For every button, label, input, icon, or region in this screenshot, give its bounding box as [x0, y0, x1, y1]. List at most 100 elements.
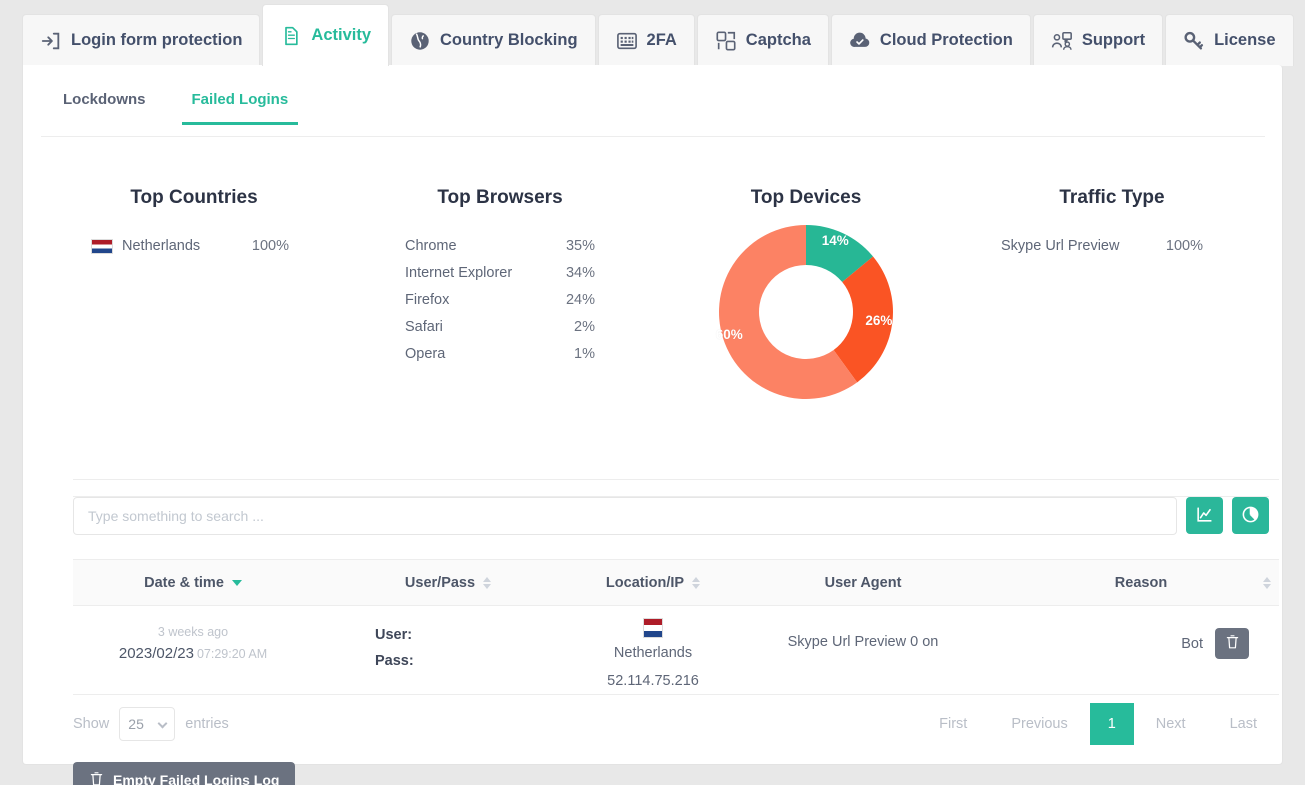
user-label: User: — [375, 627, 413, 643]
tab-label: Cloud Protection — [879, 31, 1013, 49]
list-item: Internet Explorer 34% — [405, 260, 595, 287]
pagination-next[interactable]: Next — [1134, 704, 1208, 744]
sort-indicator — [1263, 576, 1271, 589]
stat-title: Top Devices — [750, 187, 862, 208]
tab-2fa[interactable]: 2FA — [597, 14, 695, 66]
netherlands-flag-icon — [643, 618, 663, 638]
donut-label-1: 26% — [865, 312, 893, 328]
sort-indicator-active — [231, 579, 242, 586]
caret-down-icon — [231, 579, 242, 586]
search-input[interactable] — [73, 496, 1177, 535]
button-label: Empty Failed Logins Log — [113, 772, 280, 785]
toggle-line-chart-button[interactable] — [1186, 497, 1223, 534]
captcha-icon — [715, 30, 737, 52]
cell-location-ip: Netherlands 52.114.75.216 — [583, 618, 723, 694]
reason-value: Bot — [1181, 635, 1203, 652]
browser-list: Chrome 35% Internet Explorer 34% Firefox… — [347, 233, 653, 368]
pagination-first[interactable]: First — [917, 704, 989, 744]
line-chart-icon — [1195, 505, 1214, 527]
column-label: Reason — [1114, 574, 1168, 591]
caret-down-icon — [483, 583, 492, 589]
netherlands-flag-icon — [91, 239, 113, 254]
empty-failed-logins-log-button[interactable]: Empty Failed Logins Log — [73, 762, 296, 785]
traffic-percent: 100% — [1165, 238, 1203, 254]
tab-label: Login form protection — [71, 31, 243, 49]
list-item: Skype Url Preview 100% — [1001, 233, 1203, 260]
stat-title: Top Countries — [130, 187, 258, 208]
date-value: 2023/02/23 — [118, 645, 194, 662]
tab-license[interactable]: License — [1165, 14, 1294, 66]
column-label: User/Pass — [404, 574, 476, 591]
subtab-lockdowns[interactable]: Lockdowns — [53, 83, 156, 125]
stat-top-devices: Top Devices 14% 26% 60% — [653, 157, 959, 477]
stat-traffic-type: Traffic Type Skype Url Preview 100% — [959, 157, 1265, 477]
country-list: Netherlands 100% — [41, 233, 347, 260]
tab-cloud-protection[interactable]: Cloud Protection — [830, 14, 1031, 66]
tab-captcha[interactable]: Captcha — [696, 14, 829, 66]
stat-title: Top Browsers — [437, 187, 563, 208]
keypad-icon — [616, 30, 638, 52]
devices-donut-chart: 14% 26% 60% — [653, 223, 959, 401]
browser-name: Safari — [405, 319, 443, 335]
time-value: 07:29:20 AM — [196, 647, 268, 661]
pagination: First Previous 1 Next Last — [917, 703, 1279, 745]
pagination-previous[interactable]: Previous — [989, 704, 1089, 744]
column-header-reason[interactable]: Reason — [1003, 560, 1279, 605]
toggle-pie-chart-button[interactable] — [1232, 497, 1269, 534]
column-label: User Agent — [824, 574, 902, 591]
cloud-check-icon — [849, 30, 871, 52]
list-item: Netherlands 100% — [91, 233, 289, 260]
tab-country-blocking[interactable]: Country Blocking — [391, 14, 596, 66]
table-footer: Show 25 entries First Previous 1 Next La… — [73, 701, 1279, 747]
failed-logins-table: Date & time User/Pass Location/IP User A… — [73, 559, 1279, 695]
cell-reason: Bot — [1003, 618, 1279, 659]
column-header-user-pass[interactable]: User/Pass — [313, 560, 583, 605]
donut-label-2: 60% — [715, 326, 743, 342]
table-row: 3 weeks ago 2023/02/23 07:29:20 AM User: … — [73, 606, 1279, 695]
stat-top-browsers: Top Browsers Chrome 35% Internet Explore… — [347, 157, 653, 477]
caret-up-icon — [483, 576, 492, 582]
ip-address: 52.114.75.216 — [607, 673, 699, 689]
caret-down-icon — [1263, 583, 1271, 589]
browser-percent: 1% — [574, 346, 595, 362]
trash-icon — [1225, 634, 1240, 653]
tab-login-form-protection[interactable]: Login form protection — [22, 14, 261, 66]
column-header-date-time[interactable]: Date & time — [73, 560, 313, 605]
tab-support[interactable]: Support — [1032, 14, 1164, 66]
list-item: Opera 1% — [405, 341, 595, 368]
relative-time: 3 weeks ago — [157, 625, 229, 639]
browser-name: Chrome — [405, 238, 457, 254]
pagination-last[interactable]: Last — [1208, 704, 1279, 744]
country-name: Netherlands — [613, 645, 693, 661]
cell-user-agent: Skype Url Preview 0 on — [787, 634, 939, 650]
tab-activity[interactable]: Activity — [262, 4, 390, 66]
entries-label: entries — [185, 716, 229, 732]
tab-label: Activity — [311, 26, 372, 44]
chevron-down-icon — [157, 718, 168, 729]
country-percent: 100% — [251, 238, 289, 254]
column-header-location-ip[interactable]: Location/IP — [583, 560, 723, 605]
traffic-name: Skype Url Preview — [1001, 238, 1120, 254]
activity-subtab-bar: Lockdowns Failed Logins — [41, 83, 1265, 137]
tab-label: Support — [1081, 31, 1146, 49]
entries-value: 25 — [128, 716, 144, 732]
subtab-failed-logins[interactable]: Failed Logins — [181, 83, 299, 125]
caret-up-icon — [692, 576, 701, 582]
tab-label: Country Blocking — [440, 31, 578, 49]
subtab-label: Failed Logins — [191, 91, 289, 108]
activity-panel: Lockdowns Failed Logins Top Countries Ne… — [22, 65, 1283, 785]
document-icon — [280, 25, 302, 47]
main-tab-bar: Login form protection Activity Country B… — [0, 0, 1305, 66]
donut: 14% 26% 60% — [715, 223, 895, 401]
list-item: Safari 2% — [405, 314, 595, 341]
delete-row-button[interactable] — [1215, 628, 1249, 659]
column-header-user-agent[interactable]: User Agent — [723, 560, 1003, 605]
pagination-page-1[interactable]: 1 — [1089, 703, 1134, 745]
sort-indicator — [483, 576, 492, 589]
cell-user-pass: User: Pass: — [313, 618, 583, 674]
browser-percent: 24% — [565, 292, 595, 308]
search-row — [73, 496, 1269, 535]
cell-date-time: 3 weeks ago 2023/02/23 07:29:20 AM — [73, 618, 313, 666]
entries-per-page-select[interactable]: 25 — [119, 707, 176, 741]
browser-percent: 34% — [565, 265, 595, 281]
